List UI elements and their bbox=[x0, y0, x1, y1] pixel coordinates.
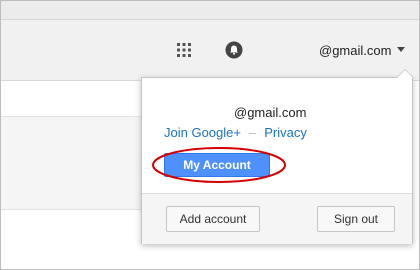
caret-down-icon bbox=[397, 47, 406, 52]
divider bbox=[1, 116, 141, 117]
sign-out-button[interactable]: Sign out bbox=[317, 206, 395, 232]
popup-arrow-fill bbox=[397, 70, 413, 78]
link-separator: – bbox=[248, 125, 257, 140]
notifications-icon[interactable] bbox=[225, 41, 243, 59]
account-switcher[interactable]: @gmail.com bbox=[319, 39, 406, 61]
join-google-plus-link[interactable]: Join Google+ bbox=[164, 125, 241, 140]
content-row bbox=[1, 117, 141, 209]
account-email-label: @gmail.com bbox=[319, 42, 392, 58]
divider bbox=[1, 209, 141, 210]
annotation-highlight-ellipse bbox=[152, 147, 286, 183]
add-account-button[interactable]: Add account bbox=[166, 206, 260, 232]
popup-links: Join Google+ – Privacy bbox=[164, 125, 307, 140]
privacy-link[interactable]: Privacy bbox=[264, 125, 307, 140]
apps-grid-icon[interactable] bbox=[177, 43, 191, 57]
browser-viewport: @gmail.com @gmail.com Join Google+ – Pri… bbox=[0, 0, 420, 270]
top-strip bbox=[1, 1, 419, 20]
popup-footer: Add account Sign out bbox=[142, 193, 412, 244]
account-popup: @gmail.com Join Google+ – Privacy My Acc… bbox=[141, 69, 414, 244]
popup-email: @gmail.com bbox=[234, 105, 307, 120]
